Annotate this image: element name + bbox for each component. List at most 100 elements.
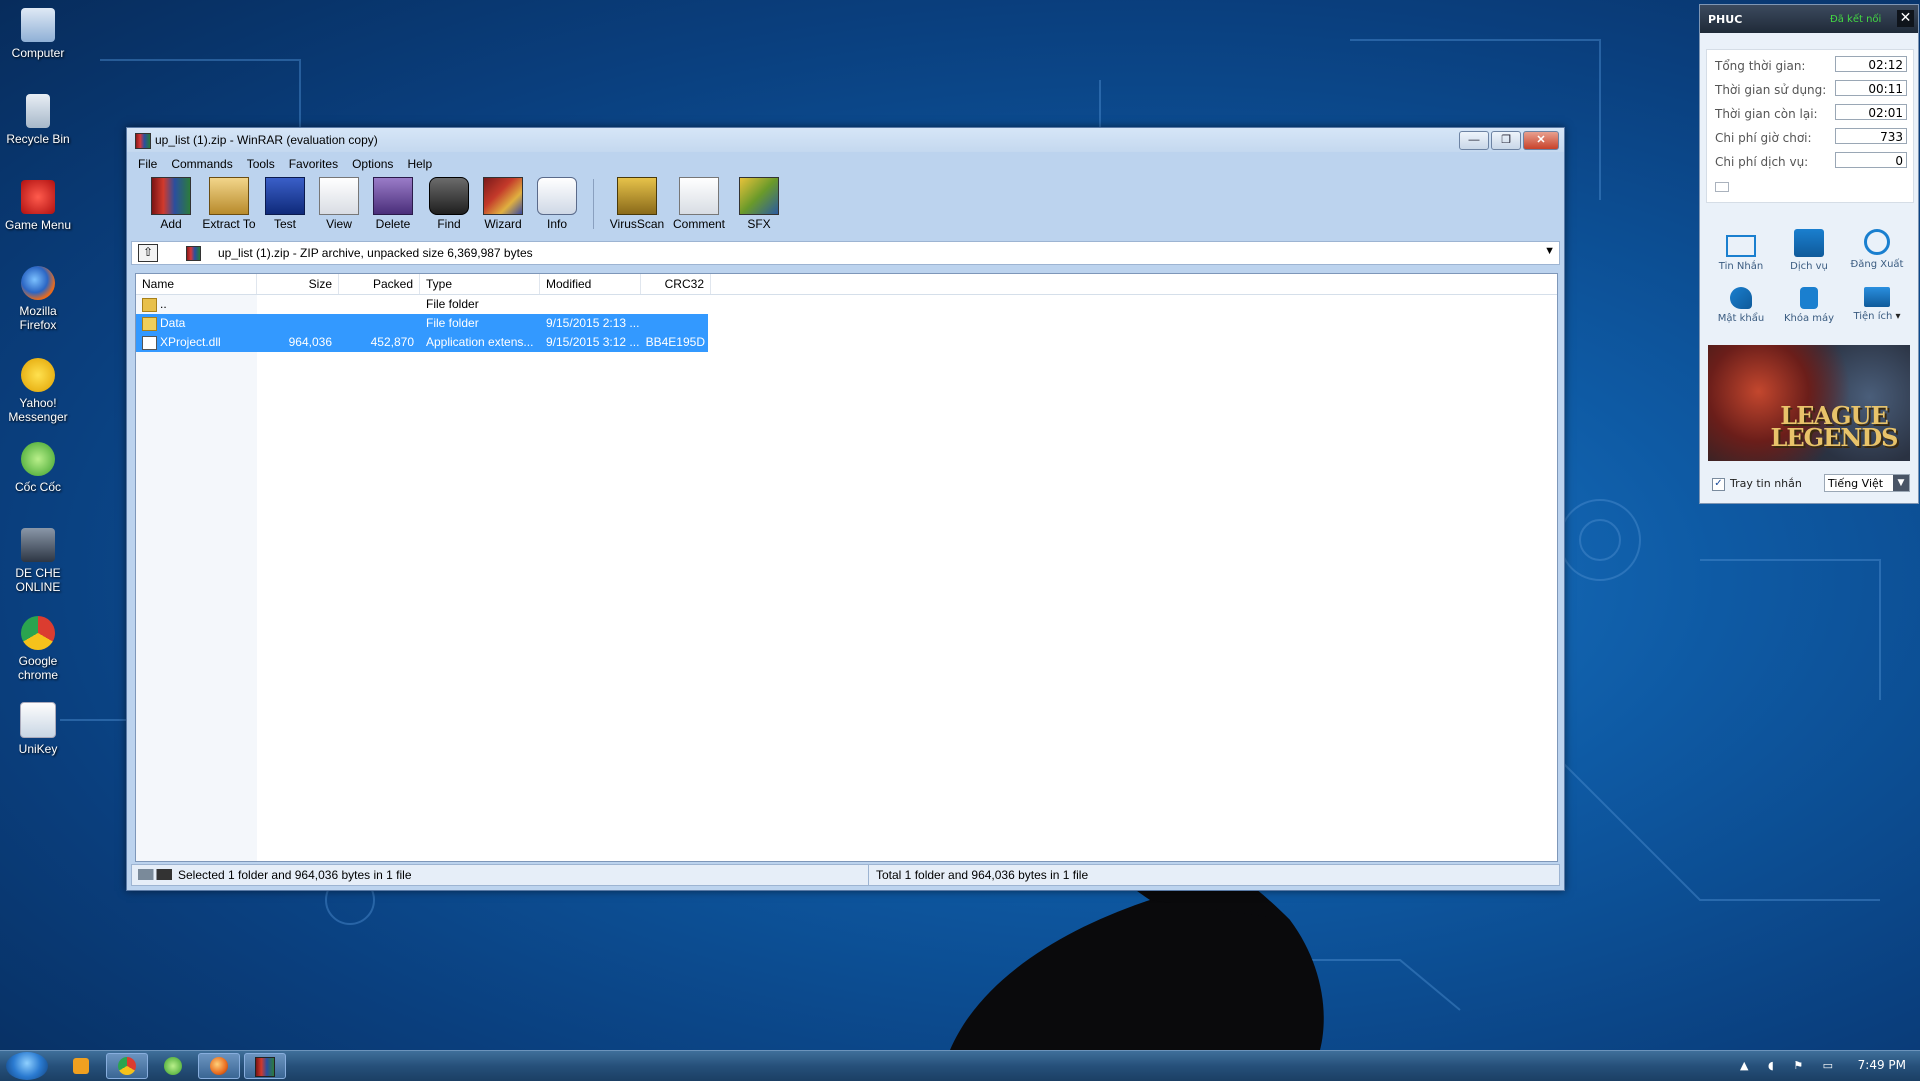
yahoo-messenger-icon — [21, 358, 55, 392]
start-button[interactable] — [6, 1052, 48, 1080]
menu-tools[interactable]: Tools — [240, 155, 282, 173]
small-message-icon[interactable] — [1715, 182, 1729, 192]
panel-footer: ✓ Tray tin nhắn Tiếng Việt ▼ — [1708, 473, 1912, 495]
minimize-button[interactable]: — — [1459, 131, 1489, 150]
action-label: Dịch vụ — [1790, 261, 1828, 272]
toolbar-add-button[interactable]: Add — [141, 175, 201, 231]
panel-header[interactable]: PHUC Đã kết nối ✕ — [1700, 5, 1918, 33]
view-icon — [319, 177, 359, 215]
toolbar-sfx-button[interactable]: SFX — [729, 175, 789, 231]
toolbar-label: Add — [160, 217, 182, 231]
find-icon — [429, 177, 469, 215]
column-header-crc32[interactable]: CRC32 — [641, 274, 711, 294]
desktop-icon-label: Recycle Bin — [6, 132, 70, 146]
desktop-icon-recycle-bin[interactable]: Recycle Bin — [4, 94, 72, 146]
file-list[interactable]: Name Size Packed Type Modified CRC32 .. … — [135, 273, 1558, 862]
address-text: up_list (1).zip - ZIP archive, unpacked … — [218, 246, 533, 260]
toolbar-delete-button[interactable]: Delete — [363, 175, 423, 231]
table-row[interactable]: .. File folder — [136, 295, 708, 314]
toolbar-label: VirusScan — [609, 217, 665, 231]
extract-to-icon — [209, 177, 249, 215]
toolbar-extract-to-button[interactable]: Extract To — [199, 175, 259, 231]
chevron-down-icon[interactable]: ▼ — [1893, 475, 1909, 491]
taskbar-clock[interactable]: 7:49 PM — [1858, 1058, 1906, 1072]
toolbar-view-button[interactable]: View — [309, 175, 369, 231]
taskbar-winrar[interactable] — [244, 1053, 286, 1079]
service-icon — [1794, 229, 1824, 257]
firefox-icon — [210, 1057, 228, 1075]
desktop-icon-firefox[interactable]: Mozilla Firefox — [4, 266, 72, 332]
toolbar-label: Delete — [375, 217, 411, 231]
taskbar-firefox[interactable] — [198, 1053, 240, 1079]
toolbar-label: Wizard — [484, 217, 522, 231]
file-type: File folder — [426, 297, 479, 311]
taskbar-coc-coc[interactable] — [152, 1053, 194, 1079]
desktop-icon-unikey[interactable]: UniKey — [4, 702, 72, 756]
desktop-icon-game-menu[interactable]: Game Menu — [4, 180, 72, 232]
toolbar-comment-button[interactable]: Comment — [669, 175, 729, 231]
toolbar-label: Info — [546, 217, 567, 231]
desktop-icon-yahoo-messenger[interactable]: Yahoo! Messenger — [4, 358, 72, 424]
utilities-dropdown-icon[interactable]: ▾ — [1896, 311, 1901, 322]
toolbar-label: Find — [437, 217, 461, 231]
address-bar[interactable]: ⇧ up_list (1).zip - ZIP archive, unpacke… — [131, 241, 1560, 265]
address-dropdown-icon[interactable]: ▼ — [1544, 245, 1555, 257]
menu-help[interactable]: Help — [400, 155, 439, 173]
utilities-button[interactable]: Tiện ích ▾ — [1842, 287, 1912, 322]
toolbar-test-button[interactable]: Test — [255, 175, 315, 231]
menu-options[interactable]: Options — [345, 155, 400, 173]
stat-row: Thời gian còn lại: 02:01 — [1715, 104, 1907, 124]
league-of-legends-banner[interactable]: LEAGUE LEGENDS — [1708, 345, 1910, 461]
media-player-icon — [73, 1058, 89, 1074]
status-selected: Selected 1 folder and 964,036 bytes in 1… — [178, 868, 412, 882]
panel-close-icon[interactable]: ✕ — [1897, 10, 1914, 27]
service-button[interactable]: Dịch vụ — [1774, 229, 1844, 272]
stat-label: Tổng thời gian: — [1715, 59, 1806, 73]
maximize-button[interactable]: ❐ — [1491, 131, 1521, 150]
menu-commands[interactable]: Commands — [164, 155, 239, 173]
stat-label: Chi phí dịch vụ: — [1715, 155, 1809, 169]
desktop-icon-computer[interactable]: Computer — [4, 8, 72, 60]
language-value: Tiếng Việt — [1828, 477, 1884, 490]
column-header-type[interactable]: Type — [420, 274, 540, 294]
table-row[interactable]: Data File folder 9/15/2015 2:13 ... — [136, 314, 708, 333]
menu-favorites[interactable]: Favorites — [282, 155, 345, 173]
menu-file[interactable]: File — [131, 155, 164, 173]
messages-button[interactable]: Tin Nhắn — [1706, 229, 1776, 272]
toolbar-info-button[interactable]: Info — [527, 175, 587, 231]
column-header-size[interactable]: Size — [257, 274, 339, 294]
unikey-icon — [20, 702, 56, 738]
desktop-icon-coc-coc[interactable]: Cốc Cốc — [4, 442, 72, 494]
tray-message-checkbox[interactable]: ✓ — [1712, 478, 1725, 491]
dll-file-icon — [142, 336, 157, 350]
up-folder-button[interactable]: ⇧ — [138, 244, 158, 262]
table-row[interactable]: XProject.dll 964,036 452,870 Application… — [136, 333, 708, 352]
column-header-name[interactable]: Name — [136, 274, 257, 294]
language-select[interactable]: Tiếng Việt ▼ — [1824, 474, 1910, 492]
stat-row: Chi phí dịch vụ: 0 — [1715, 152, 1907, 172]
lock-machine-button[interactable]: Khóa máy — [1774, 287, 1844, 324]
stat-value: 00:11 — [1835, 80, 1907, 96]
toolbar-separator — [593, 179, 594, 229]
column-header-modified[interactable]: Modified — [540, 274, 641, 294]
password-button[interactable]: Mật khẩu — [1706, 287, 1776, 324]
desktop-icon-label: Google chrome — [17, 654, 58, 682]
close-button[interactable]: ✕ — [1523, 131, 1559, 150]
column-header-packed[interactable]: Packed — [339, 274, 420, 294]
toolbar-virus-scan-button[interactable]: VirusScan — [607, 175, 667, 231]
taskbar-chrome[interactable] — [106, 1053, 148, 1079]
stat-value: 733 — [1835, 128, 1907, 144]
wizard-icon — [483, 177, 523, 215]
chrome-icon — [21, 616, 55, 650]
logout-button[interactable]: Đăng Xuất — [1842, 229, 1912, 270]
toolbar-find-button[interactable]: Find — [419, 175, 479, 231]
title-bar[interactable]: up_list (1).zip - WinRAR (evaluation cop… — [127, 128, 1564, 152]
toolbar-wizard-button[interactable]: Wizard — [473, 175, 533, 231]
desktop-icon-chrome[interactable]: Google chrome — [4, 616, 72, 682]
taskbar-media-player[interactable] — [60, 1053, 102, 1079]
desktop-icon-label: Game Menu — [4, 218, 72, 232]
system-tray-icons[interactable]: ▲ ◖ ⚑ ▭ — [1740, 1059, 1841, 1072]
message-icon — [1726, 235, 1756, 257]
desktop-icon-de-che-online[interactable]: DE CHE ONLINE — [4, 528, 72, 594]
toolbar-label: View — [326, 217, 352, 231]
